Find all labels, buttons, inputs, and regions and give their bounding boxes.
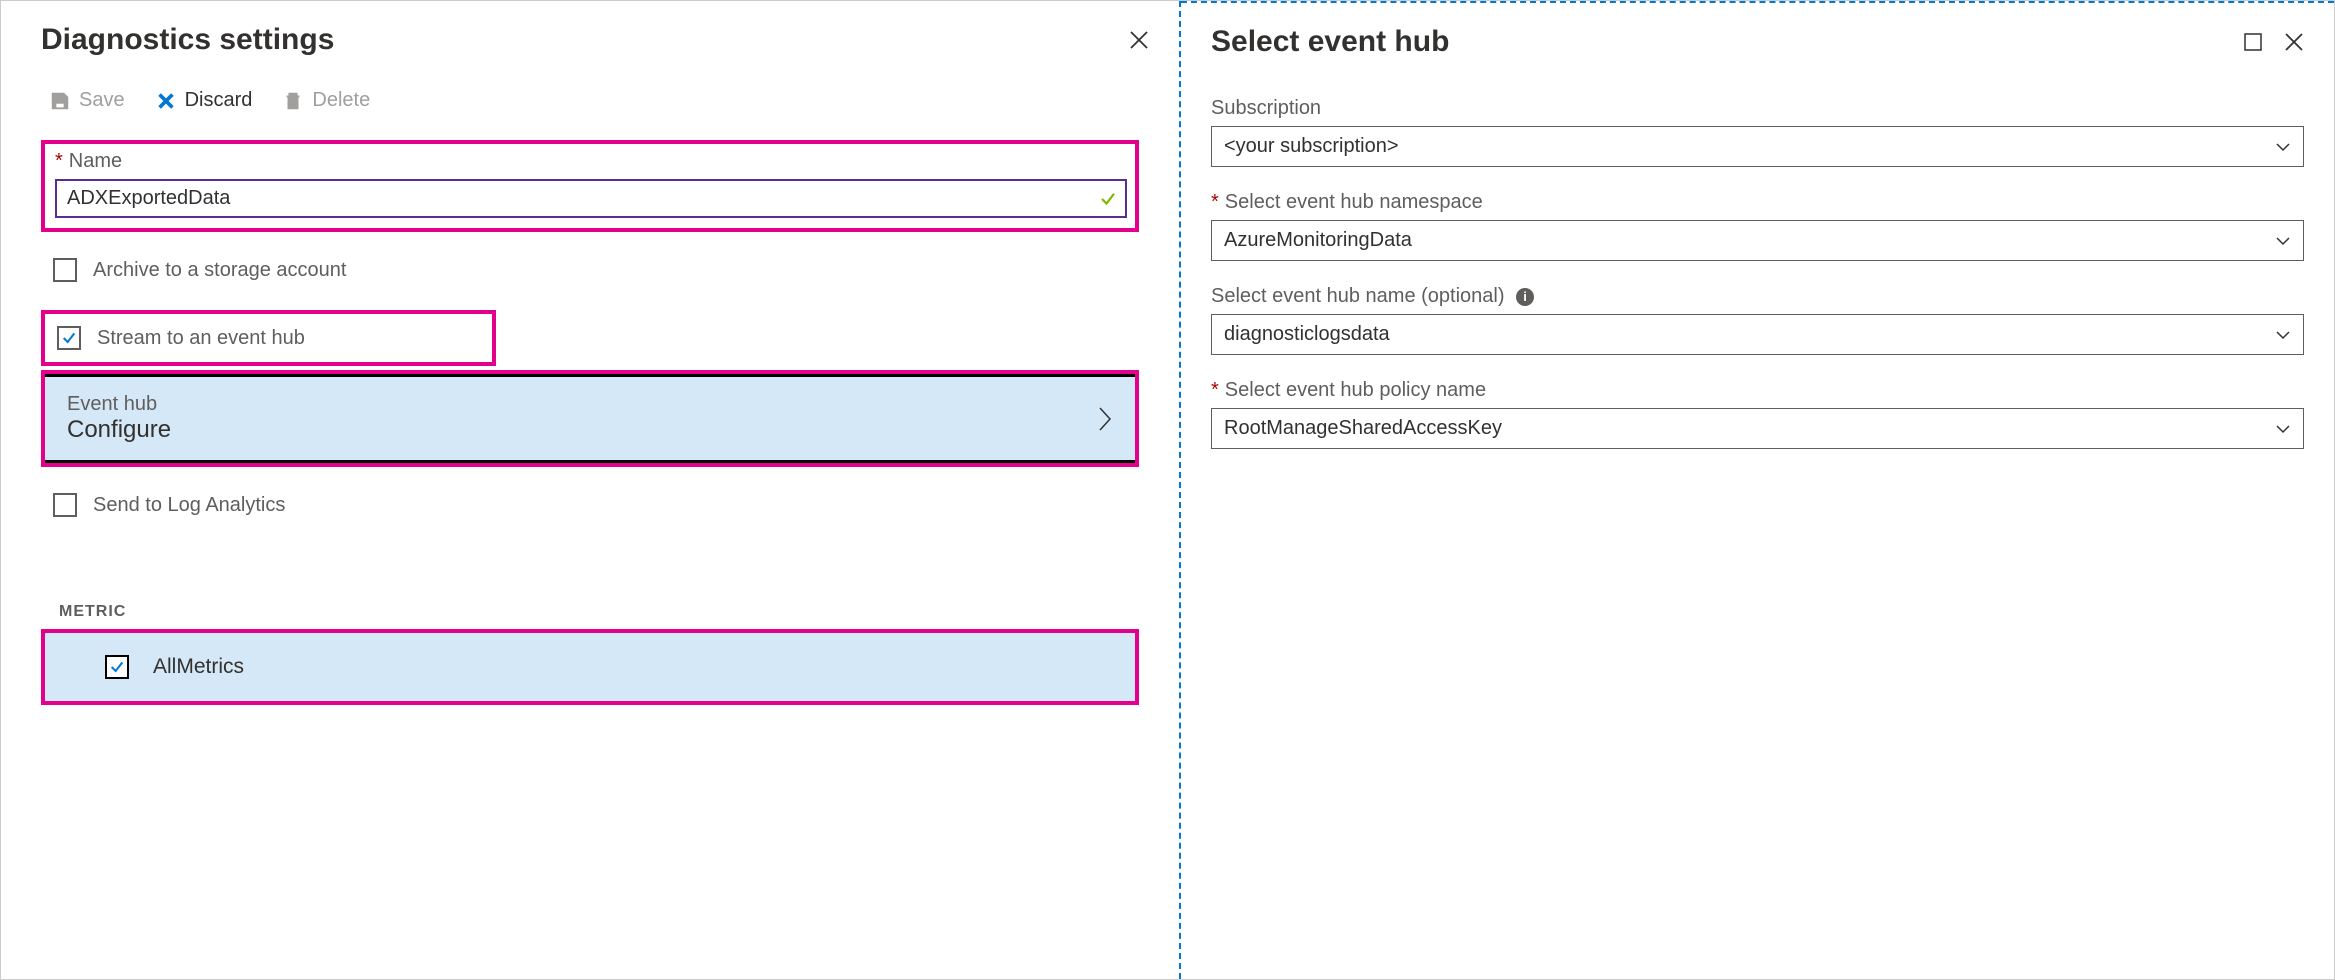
name-field-highlight: *Name xyxy=(41,140,1139,232)
discard-button[interactable]: Discard xyxy=(155,89,253,112)
subscription-value: <your subscription> xyxy=(1224,135,1399,158)
discard-label: Discard xyxy=(185,89,253,112)
namespace-select[interactable]: AzureMonitoringData xyxy=(1211,220,2304,261)
configure-highlight: Event hub Configure xyxy=(41,370,1139,467)
policy-value: RootManageSharedAccessKey xyxy=(1224,417,1502,440)
valid-check-icon xyxy=(1099,190,1117,208)
subscription-label: Subscription xyxy=(1211,97,2304,120)
namespace-value: AzureMonitoringData xyxy=(1224,229,1412,252)
name-input[interactable] xyxy=(55,179,1127,218)
allmetrics-checkbox[interactable] xyxy=(105,655,129,679)
metric-section-label: METRIC xyxy=(41,603,1139,621)
policy-label: *Select event hub policy name xyxy=(1211,379,2304,402)
hubname-select[interactable]: diagnosticlogsdata xyxy=(1211,314,2304,355)
stream-checkbox-row[interactable]: Stream to an event hub xyxy=(45,314,492,362)
archive-label: Archive to a storage account xyxy=(93,259,346,282)
configure-eventhub-button[interactable]: Event hub Configure xyxy=(45,374,1135,463)
delete-label: Delete xyxy=(312,89,370,112)
chevron-down-icon xyxy=(2275,424,2291,434)
archive-checkbox-row[interactable]: Archive to a storage account xyxy=(41,246,1139,294)
panel-title-left: Diagnostics settings xyxy=(41,23,334,57)
stream-highlight: Stream to an event hub xyxy=(41,310,496,366)
toolbar: Save Discard Delete xyxy=(1,65,1179,140)
save-label: Save xyxy=(79,89,125,112)
namespace-label: *Select event hub namespace xyxy=(1211,191,2304,214)
subscription-select[interactable]: <your subscription> xyxy=(1211,126,2304,167)
hubname-label: Select event hub name (optional) i xyxy=(1211,285,2304,308)
eventhub-label: Event hub xyxy=(67,393,171,416)
metric-highlight: AllMetrics xyxy=(41,629,1139,705)
diagnostics-settings-panel: Diagnostics settings Save Discard Delete xyxy=(1,1,1181,979)
policy-select[interactable]: RootManageSharedAccessKey xyxy=(1211,408,2304,449)
archive-checkbox[interactable] xyxy=(53,258,77,282)
info-icon[interactable]: i xyxy=(1516,288,1534,306)
chevron-down-icon xyxy=(2275,142,2291,152)
save-icon xyxy=(49,90,71,112)
log-analytics-checkbox[interactable] xyxy=(53,493,77,517)
panel-title-right: Select event hub xyxy=(1211,25,1449,59)
allmetrics-label: AllMetrics xyxy=(153,655,244,679)
close-icon[interactable] xyxy=(1129,30,1149,50)
chevron-down-icon xyxy=(2275,330,2291,340)
discard-icon xyxy=(155,90,177,112)
stream-checkbox[interactable] xyxy=(57,326,81,350)
configure-value: Configure xyxy=(67,416,171,444)
stream-label: Stream to an event hub xyxy=(97,327,305,350)
restore-icon[interactable] xyxy=(2244,33,2262,51)
name-label: *Name xyxy=(55,150,1127,173)
delete-icon xyxy=(282,90,304,112)
hubname-value: diagnosticlogsdata xyxy=(1224,323,1390,346)
panel-header-left: Diagnostics settings xyxy=(1,1,1179,65)
allmetrics-row[interactable]: AllMetrics xyxy=(45,633,1135,701)
save-button[interactable]: Save xyxy=(49,89,125,112)
panel-header-right: Select event hub xyxy=(1181,3,2334,67)
select-event-hub-panel: Select event hub Subscription <your subs… xyxy=(1181,1,2334,979)
log-analytics-checkbox-row[interactable]: Send to Log Analytics xyxy=(41,481,1139,529)
delete-button[interactable]: Delete xyxy=(282,89,370,112)
chevron-down-icon xyxy=(2275,236,2291,246)
log-analytics-label: Send to Log Analytics xyxy=(93,494,285,517)
chevron-right-icon xyxy=(1097,405,1113,433)
close-icon-right[interactable] xyxy=(2284,32,2304,52)
